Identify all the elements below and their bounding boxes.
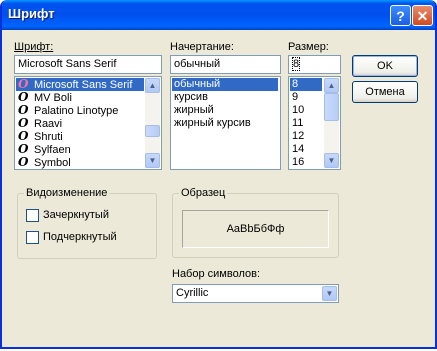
size-list-item-label: 9	[292, 91, 299, 103]
size-list-item-label: 16	[292, 156, 305, 168]
style-list-item[interactable]: курсив	[172, 91, 278, 104]
scroll-thumb[interactable]	[145, 125, 160, 137]
font-list-scrollbar[interactable]: ▲ ▼	[145, 78, 160, 168]
size-field-value: 8	[292, 57, 301, 71]
size-list-item[interactable]: 10	[290, 104, 322, 117]
sample-group-label: Образец	[179, 187, 228, 199]
font-list-item-label: Shruti	[34, 131, 63, 143]
size-list-item[interactable]: 9	[290, 91, 322, 104]
style-list-item[interactable]: жирный курсив	[172, 117, 278, 130]
truetype-font-icon: O	[18, 142, 29, 156]
sample-text: AaBbБбФф	[226, 223, 285, 235]
chevron-down-icon[interactable]: ▼	[322, 286, 337, 301]
truetype-font-icon: O	[18, 103, 29, 117]
size-list-item[interactable]: 12	[290, 130, 322, 143]
help-icon: ?	[396, 8, 405, 24]
effects-group-label: Видоизменение	[24, 187, 110, 199]
style-list[interactable]: жирный курсив жирный курсив обычный	[170, 76, 281, 170]
size-list-item-label: 14	[292, 143, 305, 155]
style-list-item[interactable]: жирный	[172, 104, 278, 117]
window-title: Шрифт	[8, 6, 55, 21]
underline-label[interactable]: Подчеркнутый	[43, 231, 117, 243]
charset-value: Cyrillic	[176, 287, 209, 299]
style-list-item-label: жирный курсив	[174, 117, 251, 129]
font-list-item[interactable]: O Symbol	[16, 155, 144, 170]
strikeout-label[interactable]: Зачеркнутый	[43, 209, 109, 221]
font-list-item[interactable]: O Raavi	[16, 116, 144, 131]
size-list-item[interactable]: 14	[290, 143, 322, 156]
size-list-item-label: 10	[292, 104, 305, 116]
scroll-down-icon[interactable]: ▼	[145, 153, 160, 168]
font-list-item[interactable]: O Shruti	[16, 129, 144, 144]
size-field[interactable]: 8	[288, 55, 341, 74]
style-list-item-label: обычный	[174, 78, 221, 90]
truetype-font-icon: O	[18, 116, 29, 130]
truetype-font-icon: O	[18, 155, 29, 169]
font-list-item-label: Raavi	[34, 118, 63, 130]
font-list-item-label: MV Boli	[34, 92, 72, 104]
size-list-item[interactable]: 16	[290, 156, 322, 169]
font-list-item-label: Symbol	[34, 157, 71, 169]
font-list-item-label: Sylfaen	[34, 144, 71, 156]
charset-label: Набор символов:	[172, 268, 261, 280]
style-field[interactable]: обычный	[170, 55, 281, 74]
close-icon: ✕	[416, 8, 429, 24]
font-list-item-label: Palatino Linotype	[34, 105, 119, 117]
scroll-thumb[interactable]	[324, 93, 339, 121]
font-dialog: Шрифт ? ✕ Шрифт: Microsoft Sans Serif OS…	[0, 0, 437, 349]
size-list-item-label: 11	[292, 117, 304, 129]
truetype-font-icon: O	[18, 90, 29, 104]
sample-preview: AaBbБбФф	[182, 210, 329, 248]
cancel-button[interactable]: Отмена	[352, 81, 418, 103]
font-name-field[interactable]: Microsoft Sans Serif	[14, 55, 162, 74]
style-list-item-label: жирный	[174, 104, 214, 116]
size-list-item[interactable]: 11	[290, 117, 322, 130]
ok-button[interactable]: OK	[352, 55, 418, 77]
scroll-up-icon[interactable]: ▲	[324, 78, 339, 93]
font-label: Шрифт:	[14, 41, 54, 53]
scroll-up-icon[interactable]: ▲	[145, 78, 160, 93]
style-list-item-label: курсив	[174, 91, 208, 103]
font-list-item[interactable]: O Sylfaen	[16, 142, 144, 157]
strikeout-checkbox[interactable]	[26, 209, 39, 222]
size-label: Размер:	[288, 41, 329, 53]
close-button[interactable]: ✕	[412, 5, 433, 26]
underline-checkbox[interactable]	[26, 231, 39, 244]
size-list-item-label: 8	[292, 78, 299, 90]
truetype-font-icon: O	[18, 129, 29, 143]
scroll-down-icon[interactable]: ▼	[324, 153, 339, 168]
truetype-font-icon: O	[18, 77, 29, 91]
size-list-item-label: 12	[292, 130, 305, 142]
size-list-item[interactable]: 8	[290, 78, 322, 91]
effects-group: Видоизменение	[17, 187, 157, 259]
help-button[interactable]: ?	[390, 5, 411, 26]
font-list-item-label: Microsoft Sans Serif	[34, 79, 133, 91]
font-list-item[interactable]: O MV Boli	[16, 90, 144, 105]
font-list-item[interactable]: O Palatino Linotype	[16, 103, 144, 118]
size-list-scrollbar[interactable]: ▲ ▼	[324, 78, 339, 168]
charset-dropdown[interactable]: Cyrillic ▼	[172, 284, 339, 303]
style-label: Начертание:	[170, 41, 234, 53]
font-list[interactable]: O Symbol O Sylfaen O Shruti O Raavi O Palatino Li…	[14, 76, 162, 170]
style-list-item[interactable]: обычный	[172, 78, 278, 91]
title-bar[interactable]: Шрифт ? ✕	[2, 0, 435, 30]
size-list[interactable]: 16 14 12 11 10 9 8 ▲ ▼	[288, 76, 341, 170]
font-list-item[interactable]: O Microsoft Sans Serif	[16, 78, 144, 91]
